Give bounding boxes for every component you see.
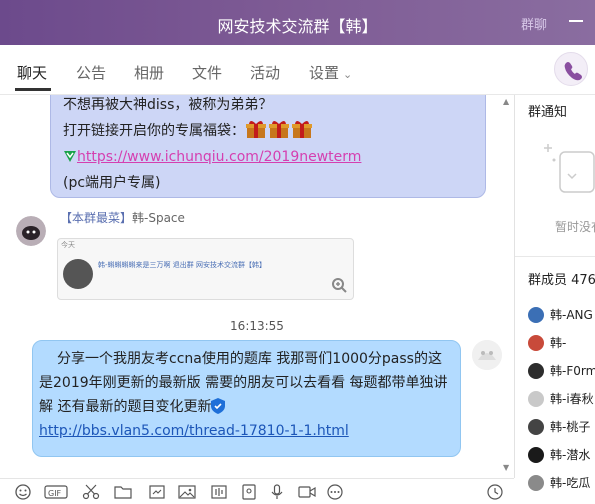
avatar [528, 419, 544, 435]
message-link-row: http://bbs.vlan5.com/thread-17810-1-1.ht… [39, 419, 450, 443]
promo-link[interactable]: https://www.ichunqiu.com/2019newterm [77, 149, 361, 165]
member-name: 韩-ANG [550, 308, 593, 322]
member-item[interactable]: 韩-桃子 [528, 418, 590, 436]
minimize-icon[interactable] [565, 12, 587, 30]
member-item[interactable]: 韩-i春秋 [528, 390, 594, 408]
message-bubble-promo: 不想再被大神diss，被称为弟弟？ 打开链接开启你的专属福袋： https://… [50, 95, 486, 198]
tab-files[interactable]: 文件 [192, 62, 222, 83]
sender-name[interactable]: 韩-Space [132, 211, 185, 225]
members-title[interactable]: 群成员 476 [528, 269, 595, 288]
chat-area[interactable]: 不想再被大神diss，被称为弟弟？ 打开链接开启你的专属福袋： https://… [0, 95, 514, 478]
member-title-badge: 【本群最菜】 [60, 211, 133, 225]
verified-link-icon [64, 151, 76, 162]
tab-activity[interactable]: 活动 [250, 62, 280, 83]
zoom-icon[interactable] [331, 277, 347, 293]
forum-link[interactable]: http://bbs.vlan5.com/thread-17810-1-1.ht… [39, 423, 349, 439]
video-icon[interactable] [298, 484, 316, 500]
self-avatar-image [472, 340, 502, 370]
message-text-block: 分享一个我朋友考ccna使用的题库 我那哥们1000分pass的这是2019年刚… [39, 347, 450, 419]
tab-announcement[interactable]: 公告 [76, 62, 106, 83]
message-line: 打开链接开启你的专属福袋： [63, 123, 245, 139]
avatar [528, 391, 544, 407]
title-extra-label[interactable]: 群聊 [521, 14, 547, 33]
member-item[interactable]: 韩-F0rm [528, 362, 595, 380]
scroll-up-icon[interactable]: ▲ [503, 97, 509, 106]
emoji-icon[interactable] [14, 484, 32, 500]
window-title: 网安技术交流群【韩】 [217, 17, 378, 36]
scissors-icon[interactable] [82, 484, 100, 500]
folder-icon[interactable] [114, 484, 132, 500]
image-text: 韩-蝌蝌蝌蝌来是三万啊 退出群 网安技术交流群【韩】 [98, 261, 266, 269]
message-line: (pc端用户专属) [63, 175, 161, 191]
microphone-icon[interactable] [268, 484, 286, 500]
gif-icon[interactable]: GIF [44, 484, 68, 500]
image-icon[interactable] [178, 484, 196, 500]
shield-icon [211, 398, 226, 414]
member-name: 韩-桃子 [550, 420, 591, 434]
image-message[interactable]: 今天 韩-蝌蝌蝌蝌来是三万啊 退出群 网安技术交流群【韩】 [57, 238, 354, 300]
member-name: 韩-i春秋 [550, 392, 594, 406]
chevron-down-icon: ⌄ [343, 68, 353, 81]
member-name: 韩-F0rm [550, 364, 595, 378]
member-item[interactable]: 韩-吃瓜 [528, 474, 590, 492]
scroll-down-icon[interactable]: ▼ [503, 463, 509, 472]
voice-message-icon[interactable] [210, 484, 228, 500]
panel-divider [514, 95, 515, 478]
empty-notice-icon [544, 144, 595, 193]
image-corner-text: 今天 [61, 241, 75, 249]
tab-bar: 聊天 公告 相册 文件 活动 设置 ⌄ [0, 45, 595, 95]
image-avatar [63, 259, 93, 289]
red-packet-icon[interactable] [240, 484, 258, 500]
active-tab-indicator [15, 88, 51, 91]
tab-settings-label: 设置 [309, 64, 340, 82]
avatar [528, 307, 544, 323]
right-panel-divider [515, 256, 595, 257]
avatar[interactable] [16, 216, 46, 246]
message-line-with-gifts: 打开链接开启你的专属福袋： [63, 118, 473, 144]
message-line: 不想再被大神diss，被称为弟弟？ [63, 97, 273, 113]
avatar [528, 335, 544, 351]
member-item[interactable]: 韩- [528, 334, 566, 352]
avatar [528, 475, 544, 491]
tab-album[interactable]: 相册 [134, 62, 164, 83]
more-icon[interactable] [326, 484, 344, 500]
gift-icon [292, 121, 312, 138]
tab-settings[interactable]: 设置 ⌄ [309, 62, 352, 83]
message-bubble-self: 分享一个我朋友考ccna使用的题库 我那哥们1000分pass的这是2019年刚… [32, 340, 461, 457]
gift-icon [246, 121, 266, 138]
avatar [528, 363, 544, 379]
phone-icon [564, 62, 582, 81]
self-avatar[interactable] [472, 340, 502, 370]
input-toolbar: GIF [0, 478, 514, 504]
member-name: 韩-吃瓜 [550, 476, 591, 490]
history-clock-icon[interactable] [486, 484, 504, 500]
notice-empty-text: 暂时没有 [555, 220, 595, 234]
screenshot-icon[interactable] [148, 484, 166, 500]
message-link-row: https://www.ichunqiu.com/2019newterm [63, 144, 473, 170]
title-bar: 网安技术交流群【韩】 群聊 [0, 0, 595, 45]
user-avatar-image [16, 216, 46, 246]
gift-icon [269, 121, 289, 138]
member-name: 韩-潜水 [550, 448, 591, 462]
message-text: 分享一个我朋友考ccna使用的题库 我那哥们1000分pass的这是2019年刚… [39, 351, 448, 415]
sender-line: 【本群最菜】韩-Space [60, 209, 185, 226]
call-button[interactable] [554, 52, 588, 86]
member-item[interactable]: 韩-ANG [528, 306, 593, 324]
avatar [528, 447, 544, 463]
member-name: 韩- [550, 336, 567, 350]
notice-title[interactable]: 群通知 [528, 101, 567, 120]
message-timestamp: 16:13:55 [230, 319, 284, 333]
member-item[interactable]: 韩-潜水 [528, 446, 590, 464]
tab-chat[interactable]: 聊天 [17, 62, 47, 83]
svg-text:GIF: GIF [48, 489, 62, 498]
